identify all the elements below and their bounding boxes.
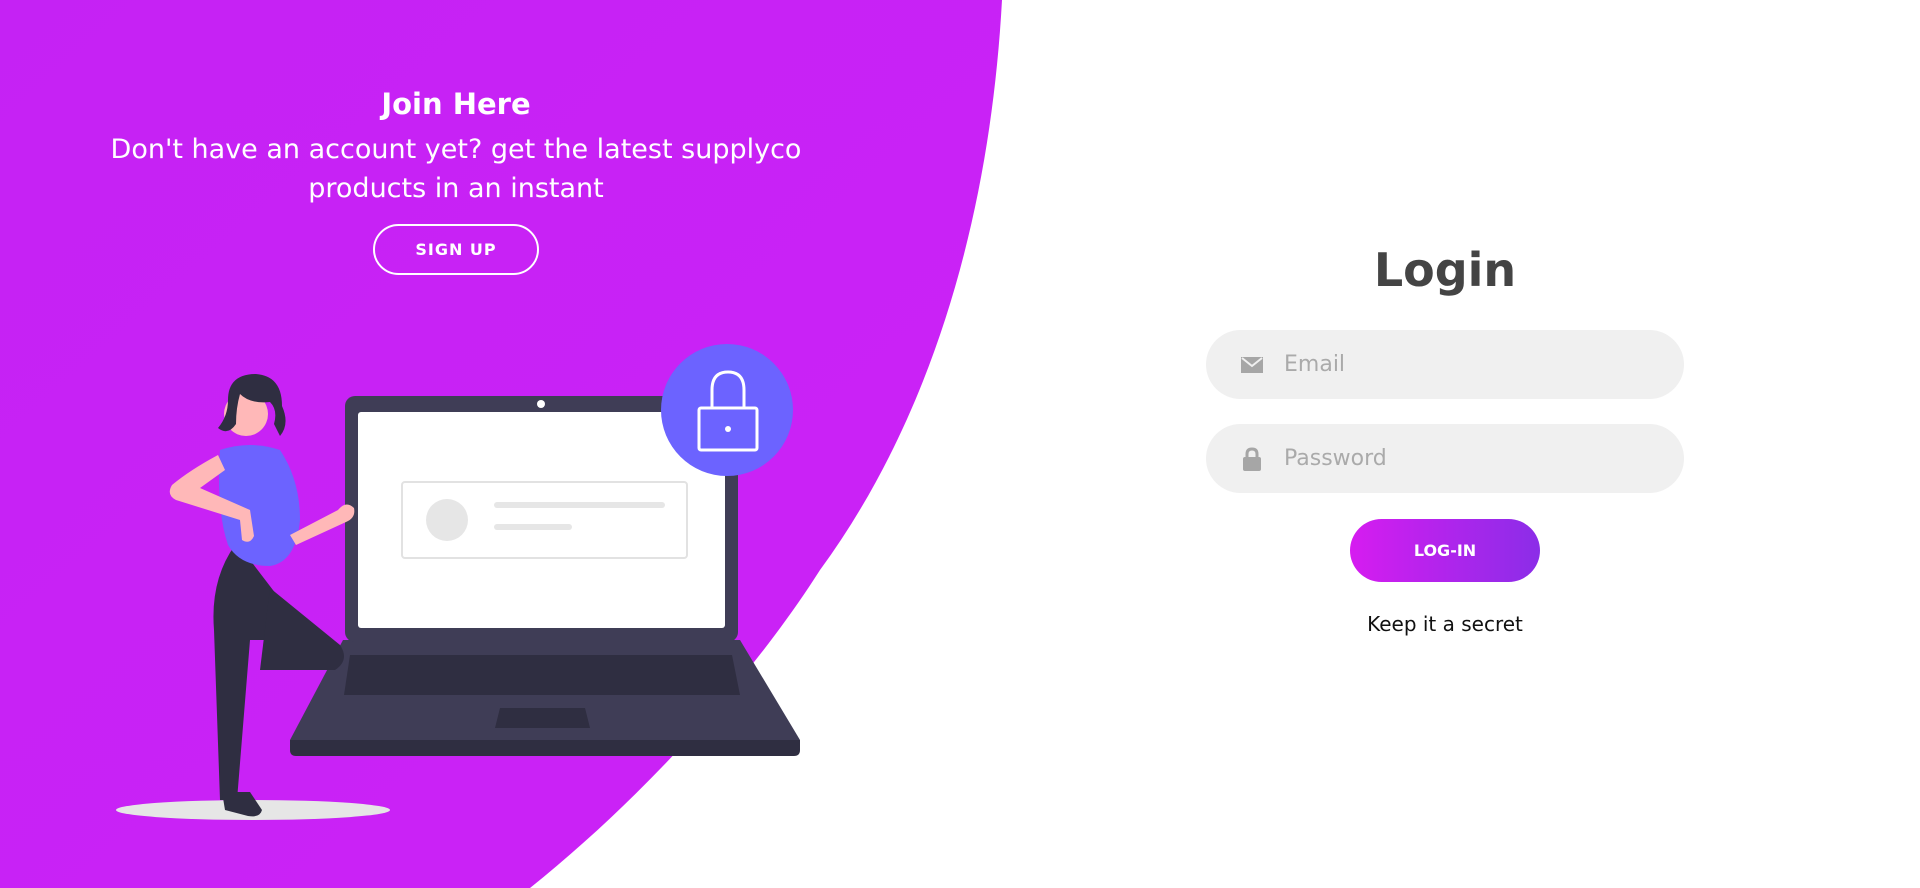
screen-line-short	[494, 524, 572, 530]
laptop-camera	[537, 400, 545, 408]
laptop-base-edge	[290, 740, 800, 756]
password-input[interactable]	[1282, 437, 1666, 480]
password-field	[1206, 424, 1684, 493]
screen-avatar	[426, 499, 468, 541]
lock-icon	[1240, 446, 1264, 471]
login-form: Login LOG-IN Keep it a secret	[1206, 240, 1684, 638]
envelope-icon	[1240, 353, 1264, 377]
login-title: Login	[1373, 243, 1517, 297]
join-panel: Join Here Don't have an account yet? get…	[100, 84, 812, 275]
woman-with-laptop-and-lock-illustration	[116, 344, 800, 820]
lock-badge	[661, 344, 793, 476]
sign-up-button[interactable]: SIGN UP	[373, 224, 539, 275]
screen-line-long	[494, 502, 665, 508]
keep-secret-text: Keep it a secret	[1367, 612, 1523, 636]
join-title: Join Here	[381, 87, 531, 121]
email-field	[1206, 330, 1684, 399]
email-input[interactable]	[1282, 343, 1666, 386]
join-description: Don't have an account yet? get the lates…	[110, 134, 802, 204]
log-in-button[interactable]: LOG-IN	[1350, 519, 1540, 582]
lock-badge-keyhole	[725, 426, 731, 432]
laptop-trackpad	[495, 708, 590, 728]
login-page: Join Here Don't have an account yet? get…	[0, 0, 1920, 888]
laptop-keyboard	[344, 655, 740, 695]
